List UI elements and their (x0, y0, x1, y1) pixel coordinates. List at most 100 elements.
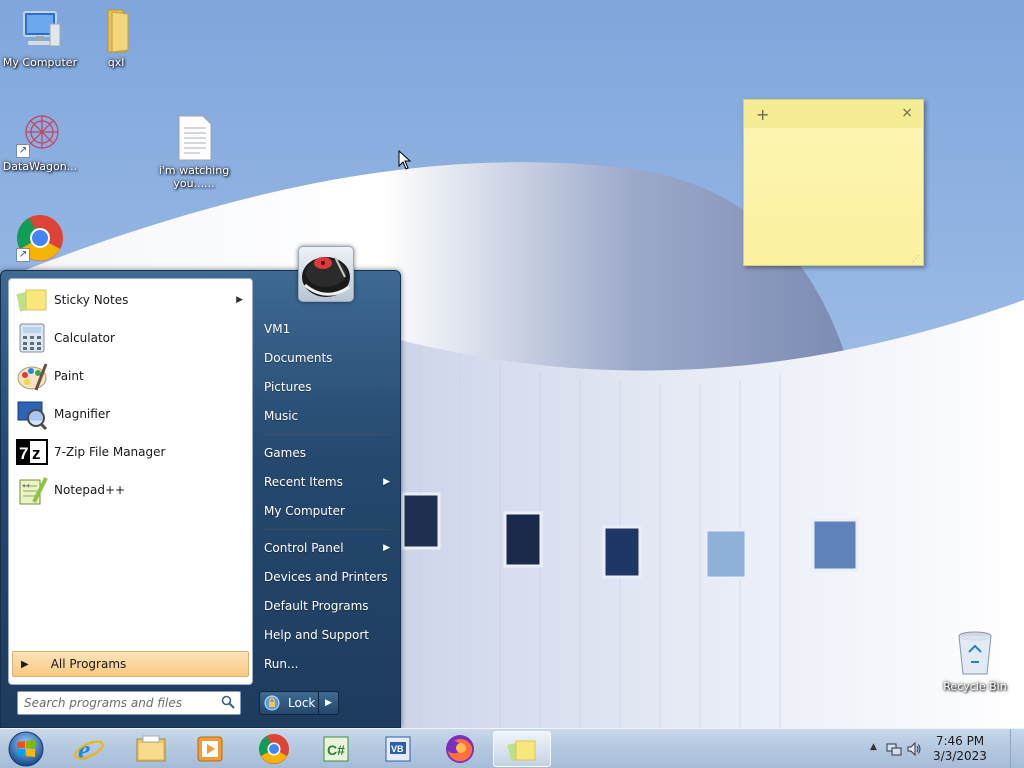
taskbar-chrome[interactable] (245, 731, 303, 767)
all-programs-button[interactable]: ▶ All Programs (12, 651, 249, 677)
place-item-label: Documents (264, 351, 333, 365)
submenu-arrow-icon: ▶ (383, 543, 390, 553)
clock-time: 7:46 PM (935, 734, 985, 748)
place-item-label: Run... (264, 657, 299, 671)
sticky-note-titlebar[interactable]: + × (744, 100, 923, 128)
volume-icon[interactable] (906, 741, 922, 760)
add-note-button[interactable]: + (756, 105, 769, 124)
place-item-label: Games (264, 446, 306, 460)
shortcut-arrow-icon: ↗ (16, 248, 30, 262)
lock-options-arrow-icon[interactable]: ▶ (318, 692, 338, 714)
place-item-games[interactable]: Games (264, 441, 398, 465)
program-item-label: Magnifier (54, 407, 111, 421)
resize-grip-icon[interactable]: ⋰ (912, 254, 920, 263)
start-button[interactable] (6, 730, 46, 768)
sticky-note[interactable]: + × ⋰ (743, 99, 924, 266)
desktop-icon-recycle-bin[interactable]: Recycle Bin (935, 630, 1015, 693)
place-item-label: Recent Items (264, 475, 343, 489)
taskbar-sticky-notes[interactable] (493, 731, 551, 767)
place-item-music[interactable]: Music (264, 404, 398, 428)
svg-text:C#: C# (327, 742, 345, 758)
notepadpp-icon: ++ (16, 474, 48, 506)
csharp-icon: C# (320, 733, 352, 765)
svg-text:7: 7 (19, 444, 28, 463)
taskbar-internet-explorer[interactable]: e (60, 731, 118, 767)
expand-arrow-icon: ▶ (21, 658, 29, 670)
place-item-help-and-support[interactable]: Help and Support (264, 623, 398, 647)
program-item-label: Sticky Notes (54, 293, 129, 307)
program-item-label: Paint (54, 369, 84, 383)
place-item-default-programs[interactable]: Default Programs (264, 594, 398, 618)
shortcut-arrow-icon: ↗ (16, 144, 30, 158)
submenu-arrow-icon: ▶ (236, 295, 243, 305)
all-programs-label: All Programs (50, 657, 127, 671)
place-item-documents[interactable]: Documents (264, 346, 398, 370)
place-item-vm1[interactable]: VM1 (264, 317, 398, 341)
place-item-label: Control Panel (264, 541, 344, 555)
start-menu: Sticky Notes ▶ Calculator Paint Magnifie… (0, 270, 401, 728)
svg-text:++: ++ (22, 483, 30, 490)
desktop-icon-my-computer[interactable]: My Computer (0, 6, 80, 69)
firefox-icon (444, 733, 476, 765)
lock-button[interactable]: Lock ▶ (259, 691, 339, 715)
recycle-bin-icon (951, 630, 999, 678)
place-item-label: Devices and Printers (264, 570, 388, 584)
chrome-icon: ↗ (16, 214, 64, 262)
separator (262, 529, 390, 530)
program-item-7zip[interactable]: 7z 7-Zip File Manager (12, 434, 249, 470)
program-item-magnifier[interactable]: Magnifier (12, 396, 249, 432)
taskbar-visual-basic[interactable]: VB (369, 731, 427, 767)
place-item-control-panel[interactable]: Control Panel ▶ (264, 536, 398, 560)
desktop-icon-datawagon[interactable]: ↗ DataWagon... (0, 110, 80, 173)
user-account-picture[interactable] (298, 246, 354, 302)
sticky-note-text-area[interactable] (750, 132, 917, 251)
vb-icon: VB (382, 733, 414, 765)
search-input[interactable]: Search programs and files (17, 691, 241, 715)
system-tray: ▲ 7:46 PM 3/3/2023 (854, 729, 1024, 768)
show-desktop-button[interactable] (1010, 729, 1024, 768)
place-item-pictures[interactable]: Pictures (264, 375, 398, 399)
start-menu-programs-pane: Sticky Notes ▶ Calculator Paint Magnifie… (8, 278, 253, 685)
desktop-icon-qxl-folder[interactable]: qxl (76, 6, 156, 69)
place-item-my-computer[interactable]: My Computer (264, 499, 398, 523)
7zip-icon: 7z (16, 436, 48, 468)
file-explorer-icon (135, 733, 167, 765)
search-icon[interactable] (221, 695, 235, 709)
place-item-label: Help and Support (264, 628, 369, 642)
show-hidden-icons-arrow-icon[interactable]: ▲ (870, 742, 877, 752)
desktop-icon-chrome[interactable]: ↗ (0, 214, 80, 264)
place-item-recent-items[interactable]: Recent Items ▶ (264, 470, 398, 494)
taskbar-file-explorer[interactable] (122, 731, 180, 767)
place-item-label: Pictures (264, 380, 312, 394)
sticky-notes-icon (16, 284, 48, 316)
desktop-icon-label: i'm watching you...... (158, 164, 230, 190)
clock[interactable]: 7:46 PM 3/3/2023 (930, 734, 990, 764)
close-note-button[interactable]: × (901, 105, 913, 121)
desktop-icon-label: qxl (107, 56, 125, 69)
calculator-icon (16, 322, 48, 354)
folder-icon (92, 6, 140, 54)
place-item-label: VM1 (264, 322, 291, 336)
chrome-icon (258, 733, 290, 765)
submenu-arrow-icon: ▶ (383, 477, 390, 487)
mouse-cursor-icon (398, 149, 412, 170)
program-item-calculator[interactable]: Calculator (12, 320, 249, 356)
magnifier-icon (16, 398, 48, 431)
taskbar: e C# VB ▲ 7:46 PM 3/3/2023 (0, 728, 1024, 768)
taskbar-media-player[interactable] (181, 731, 239, 767)
place-item-devices-and-printers[interactable]: Devices and Printers (264, 565, 398, 589)
program-item-paint[interactable]: Paint (12, 358, 249, 394)
taskbar-firefox[interactable] (431, 731, 489, 767)
program-item-label: Notepad++ (54, 483, 126, 497)
desktop-icon-label: Recycle Bin (943, 680, 1007, 693)
program-item-label: Calculator (54, 331, 115, 345)
program-item-label: 7-Zip File Manager (54, 445, 166, 459)
computer-icon (16, 6, 64, 54)
desktop-icon-text-file[interactable]: i'm watching you...... (154, 114, 234, 190)
taskbar-csharp[interactable]: C# (307, 731, 365, 767)
place-item-run[interactable]: Run... (264, 652, 398, 676)
program-item-notepadpp[interactable]: ++ Notepad++ (12, 472, 249, 508)
svg-text:z: z (32, 444, 41, 463)
network-icon[interactable] (886, 741, 902, 760)
program-item-sticky-notes[interactable]: Sticky Notes ▶ (12, 282, 249, 318)
